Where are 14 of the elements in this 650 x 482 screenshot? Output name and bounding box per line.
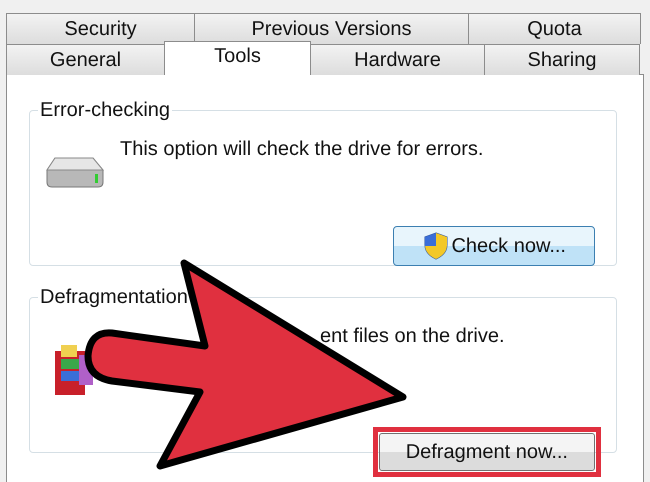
tab[interactable]: Tools — [164, 41, 311, 75]
check-now-button[interactable]: Check now... — [393, 226, 595, 266]
tab[interactable]: Security — [6, 13, 195, 44]
tab[interactable]: Hardware — [310, 44, 485, 75]
tab[interactable]: Sharing — [484, 44, 640, 75]
group-title: Error-checking — [39, 99, 172, 122]
description-text: This option will check the drive for errors. — [120, 137, 484, 161]
description-text: ent files on the drive. — [319, 324, 506, 348]
group-title: Defragmentation — [39, 286, 189, 309]
tab[interactable]: Previous Versions — [194, 13, 469, 44]
tab[interactable]: Quota — [468, 13, 641, 44]
shield-icon — [424, 232, 448, 260]
defragment-button[interactable]: Defragment now... — [378, 433, 595, 471]
tab[interactable]: General — [6, 44, 165, 75]
